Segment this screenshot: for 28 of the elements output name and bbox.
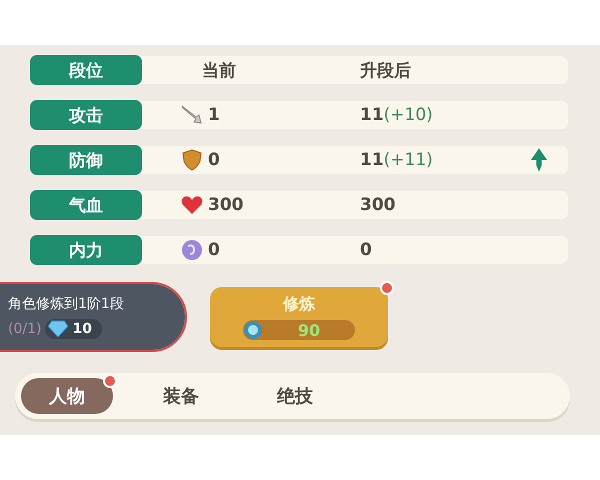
current-value: 0	[208, 150, 220, 170]
bonus-value: (+10)	[384, 105, 433, 125]
upgraded-value: 0	[360, 240, 372, 260]
orb-icon	[243, 320, 263, 340]
quest-text: 角色修炼到1阶1段	[8, 295, 125, 313]
stat-label: 气血	[30, 190, 142, 220]
upgraded-value: 300	[360, 195, 396, 215]
current-value: 0	[208, 240, 220, 260]
header-label: 段位	[30, 55, 142, 85]
column-heading: 当前	[202, 60, 236, 82]
current-value: 1	[208, 105, 220, 125]
cost-value: 10	[72, 321, 92, 337]
stat-label: 内力	[30, 235, 142, 265]
tab[interactable]: 绝技	[249, 378, 341, 414]
upgraded-value: 11	[360, 150, 384, 170]
stat-label: 攻击	[30, 100, 142, 130]
current-value: 300	[208, 195, 244, 215]
stat-label: 防御	[30, 145, 142, 175]
column-heading: 升段后	[360, 60, 411, 82]
tab[interactable]: 装备	[135, 378, 227, 414]
quest-progress: (0/1)	[8, 321, 42, 337]
tab[interactable]: 人物	[21, 378, 113, 414]
cost-value: 90	[296, 320, 322, 340]
upgraded-value: 11	[360, 105, 384, 125]
diamond-icon	[47, 320, 70, 338]
bonus-value: (+11)	[384, 150, 433, 170]
shield-icon	[180, 148, 204, 172]
swirl-icon	[180, 238, 204, 262]
